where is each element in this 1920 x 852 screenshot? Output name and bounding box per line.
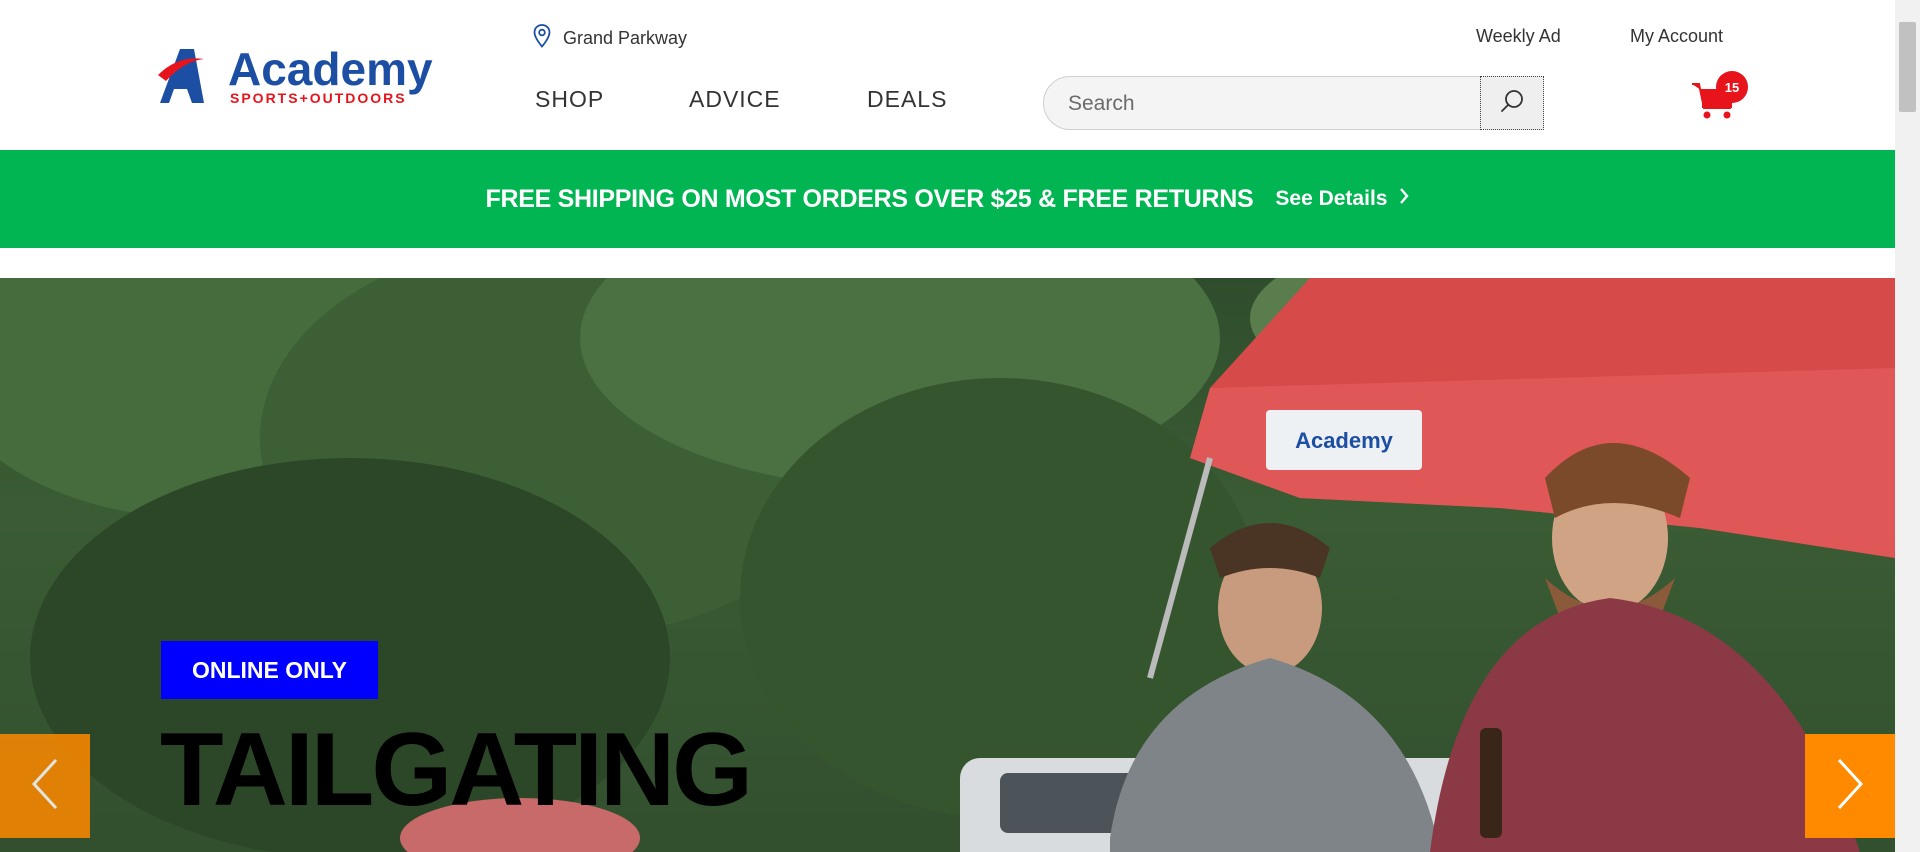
- my-account-link[interactable]: My Account: [1630, 26, 1723, 47]
- weekly-ad-link[interactable]: Weekly Ad: [1476, 26, 1561, 47]
- see-details-label: See Details: [1275, 187, 1388, 210]
- chevron-right-icon: [1399, 187, 1410, 211]
- nav-advice[interactable]: ADVICE: [689, 86, 781, 113]
- map-pin-icon: [533, 24, 551, 53]
- academy-logo[interactable]: Academy SPORTS+OUTDOORS: [158, 45, 460, 107]
- cart-count-badge: 15: [1716, 71, 1748, 103]
- search-button[interactable]: [1480, 76, 1544, 130]
- scrollbar-thumb[interactable]: [1899, 22, 1916, 112]
- nav-shop[interactable]: SHOP: [535, 86, 604, 113]
- nav-deals[interactable]: DEALS: [867, 86, 947, 113]
- online-only-badge: ONLINE ONLY: [161, 641, 378, 699]
- chevron-right-icon: [1835, 758, 1865, 815]
- store-location-label: Grand Parkway: [563, 28, 688, 48]
- promo-text: FREE SHIPPING ON MOST ORDERS OVER $25 & …: [485, 184, 1254, 213]
- chevron-left-icon: [30, 758, 60, 815]
- search-icon: [1499, 88, 1525, 119]
- scrollbar[interactable]: [1895, 0, 1920, 852]
- search-box: [1043, 76, 1543, 130]
- hero-headline: TAILGATING: [160, 712, 753, 828]
- logo-brand-text: Academy: [228, 45, 433, 95]
- tent-logo-text: Academy: [1295, 428, 1394, 453]
- site-header: Academy SPORTS+OUTDOORS Grand Parkway We…: [0, 0, 1895, 150]
- store-location[interactable]: Grand Parkway: [533, 24, 687, 53]
- logo-tagline-text: SPORTS+OUTDOORS: [230, 90, 407, 106]
- carousel-prev-button[interactable]: [0, 734, 90, 838]
- search-input[interactable]: [1066, 77, 1470, 129]
- hero-banner[interactable]: Academy ONLINE ONLY TAILGATING: [0, 278, 1895, 852]
- carousel-next-button[interactable]: [1805, 734, 1895, 838]
- page: Academy SPORTS+OUTDOORS Grand Parkway We…: [0, 0, 1895, 852]
- see-details-link[interactable]: See Details: [1275, 187, 1410, 211]
- promo-banner: FREE SHIPPING ON MOST ORDERS OVER $25 & …: [0, 150, 1895, 248]
